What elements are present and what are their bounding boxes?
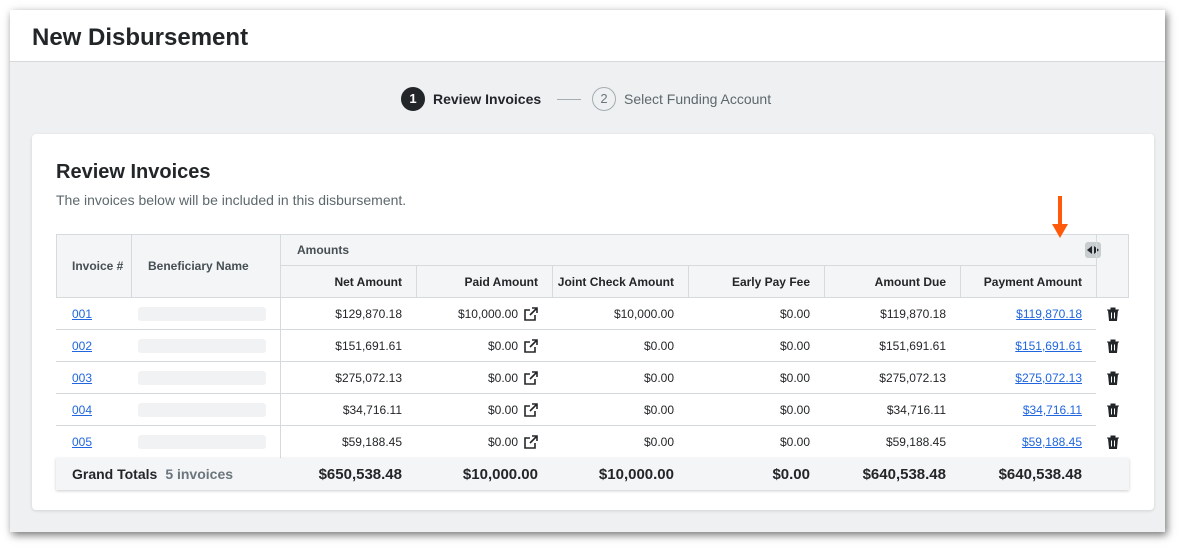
resize-arrows-icon — [1087, 246, 1099, 254]
trash-icon — [1107, 371, 1119, 385]
joint-check-amount: $0.00 — [643, 435, 674, 449]
grand-totals-label: Grand Totals 5 invoices — [72, 466, 234, 482]
total-paid-amount: $10,000.00 — [462, 465, 538, 483]
app-window: New Disbursement 1 Review Invoices 2 Sel… — [10, 10, 1165, 532]
review-invoices-card: Review Invoices The invoices below will … — [32, 134, 1154, 510]
external-link-icon[interactable] — [524, 307, 538, 321]
trash-icon — [1107, 339, 1119, 353]
delete-row-button[interactable] — [1106, 394, 1122, 426]
divider — [56, 234, 57, 298]
divider — [960, 266, 961, 298]
early-pay-fee: $0.00 — [779, 403, 810, 417]
net-amount: $129,870.18 — [335, 307, 402, 321]
amount-due: $59,188.45 — [885, 435, 946, 449]
amount-due: $275,072.13 — [879, 371, 946, 385]
divider — [1128, 234, 1129, 298]
payment-amount-link[interactable]: $34,716.11 — [960, 394, 1096, 426]
divider — [1096, 234, 1097, 298]
early-pay-fee: $0.00 — [779, 339, 810, 353]
beneficiary-name-placeholder — [138, 403, 266, 417]
payment-amount-link[interactable]: $119,870.18 — [960, 298, 1096, 330]
header-payment-amount[interactable]: Payment Amount — [960, 266, 1096, 298]
header-amount-due[interactable]: Amount Due — [824, 266, 960, 298]
payment-amount-link[interactable]: $275,072.13 — [960, 362, 1096, 394]
beneficiary-name-placeholder — [138, 371, 266, 385]
joint-check-amount: $0.00 — [643, 371, 674, 385]
delete-row-button[interactable] — [1106, 426, 1122, 458]
paid-amount: $0.00 — [416, 394, 552, 426]
external-link-icon[interactable] — [524, 339, 538, 353]
paid-amount: $10,000.00 — [416, 298, 552, 330]
joint-check-amount: $0.00 — [643, 339, 674, 353]
invoice-link[interactable]: 004 — [72, 394, 122, 426]
step-2-label[interactable]: Select Funding Account — [624, 91, 771, 107]
invoice-link[interactable]: 003 — [72, 362, 122, 394]
beneficiary-name-placeholder — [138, 435, 266, 449]
beneficiary-name-placeholder — [138, 339, 266, 353]
net-amount: $59,188.45 — [341, 435, 402, 449]
total-payment-amount: $640,538.48 — [998, 465, 1082, 483]
external-link-icon[interactable] — [524, 435, 538, 449]
delete-row-button[interactable] — [1106, 298, 1122, 330]
beneficiary-name-placeholder — [138, 307, 266, 321]
trash-icon — [1107, 403, 1119, 417]
early-pay-fee: $0.00 — [779, 371, 810, 385]
divider — [688, 266, 689, 298]
early-pay-fee: $0.00 — [779, 307, 810, 321]
header-beneficiary-name[interactable]: Beneficiary Name — [148, 258, 278, 274]
paid-amount: $0.00 — [416, 426, 552, 458]
card-title: Review Invoices — [56, 161, 211, 183]
header-amounts-group: Amounts — [297, 243, 349, 257]
card-subtitle: The invoices below will be included in t… — [56, 192, 407, 208]
total-early-pay-fee: $0.00 — [772, 465, 810, 483]
divider — [552, 266, 553, 298]
divider — [824, 266, 825, 298]
payment-amount-link[interactable]: $59,188.45 — [960, 426, 1096, 458]
divider — [56, 234, 1129, 235]
external-link-icon[interactable] — [524, 403, 538, 417]
invoice-link[interactable]: 002 — [72, 330, 122, 362]
step-1-number[interactable]: 1 — [401, 87, 425, 111]
total-net-amount: $650,538.48 — [318, 465, 402, 483]
net-amount: $275,072.13 — [335, 371, 402, 385]
annotation-arrow-icon — [1052, 196, 1068, 238]
divider — [131, 234, 132, 298]
header-invoice-number[interactable]: Invoice # — [72, 248, 128, 284]
invoice-link[interactable]: 001 — [72, 298, 122, 330]
joint-check-amount: $0.00 — [643, 403, 674, 417]
amount-due: $119,870.18 — [880, 307, 946, 321]
column-resize-icon[interactable] — [1085, 242, 1101, 258]
early-pay-fee: $0.00 — [779, 435, 810, 449]
stepper: 1 Review Invoices 2 Select Funding Accou… — [10, 87, 1165, 111]
invoice-link[interactable]: 005 — [72, 426, 122, 458]
trash-icon — [1107, 307, 1119, 321]
net-amount: $34,716.11 — [342, 403, 402, 417]
header-early-pay-fee[interactable]: Early Pay Fee — [688, 266, 824, 298]
invoices-table: Invoice # Beneficiary Name Amounts Net A… — [56, 234, 1131, 490]
joint-check-amount: $10,000.00 — [613, 307, 674, 321]
paid-amount: $0.00 — [416, 362, 552, 394]
total-amount-due: $640,538.48 — [862, 465, 946, 483]
amount-due: $151,691.61 — [879, 339, 946, 353]
amount-due: $34,716.11 — [886, 403, 946, 417]
total-joint-check-amount: $10,000.00 — [598, 465, 674, 483]
delete-row-button[interactable] — [1106, 330, 1122, 362]
paid-amount: $0.00 — [416, 330, 552, 362]
step-1-label[interactable]: Review Invoices — [433, 91, 541, 107]
page-header: New Disbursement — [10, 10, 1165, 62]
payment-amount-link[interactable]: $151,691.61 — [960, 330, 1096, 362]
divider — [416, 266, 417, 298]
header-net-amount[interactable]: Net Amount — [280, 266, 416, 298]
external-link-icon[interactable] — [524, 371, 538, 385]
step-connector — [557, 99, 581, 100]
header-paid-amount[interactable]: Paid Amount — [416, 266, 552, 298]
delete-row-button[interactable] — [1106, 362, 1122, 394]
invoice-count: 5 invoices — [165, 466, 234, 482]
trash-icon — [1107, 435, 1119, 449]
step-2-number[interactable]: 2 — [592, 87, 616, 111]
net-amount: $151,691.61 — [335, 339, 402, 353]
page-title: New Disbursement — [32, 24, 249, 51]
header-joint-check-amount[interactable]: Joint Check Amount — [552, 266, 688, 298]
